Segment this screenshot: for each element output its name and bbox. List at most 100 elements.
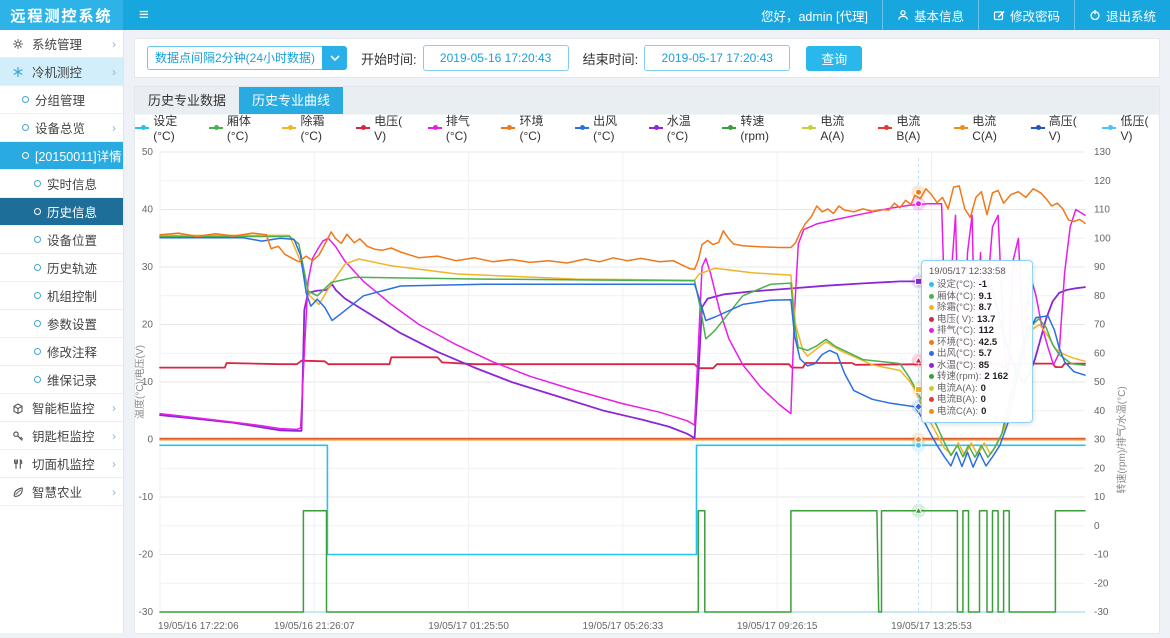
top-header: 远程测控系统 ≡ 您好，admin [代理] 基本信息 修改密码 退出系统 xyxy=(0,0,1170,30)
legend-item-10[interactable]: 电流B(A) xyxy=(878,112,939,143)
sidebar-item-10[interactable]: 参数设置 xyxy=(0,310,123,338)
sidebar-item-14[interactable]: 钥匙柜监控› xyxy=(0,422,123,450)
legend-item-5[interactable]: 环境(°C) xyxy=(501,112,560,143)
sidebar-item-3[interactable]: 设备总览› xyxy=(0,114,123,142)
bullet-icon xyxy=(34,320,41,327)
pointer-marker xyxy=(916,386,922,392)
sidebar-item-4[interactable]: [20150011]详情› xyxy=(0,142,123,170)
y-left-tick: 0 xyxy=(147,435,153,446)
x-tick-label: 19/05/17 05:26:33 xyxy=(583,621,664,632)
legend-label: 设定(°C) xyxy=(153,112,193,143)
bullet-icon xyxy=(34,264,41,271)
sidebar-item-6[interactable]: 历史信息 xyxy=(0,198,123,226)
x-tick-label: 19/05/16 21:26:07 xyxy=(274,621,355,632)
sidebar-item-label: 机组控制 xyxy=(47,286,97,305)
bullet-icon xyxy=(34,376,41,383)
y-right-tick: 40 xyxy=(1094,406,1106,417)
start-time-input[interactable] xyxy=(423,45,569,71)
bullet-icon xyxy=(22,96,29,103)
end-time-input[interactable] xyxy=(644,45,790,71)
legend-marker-icon xyxy=(878,127,892,129)
history-curve-chart[interactable]: 50403020100-10-20-3013012011010090807060… xyxy=(135,140,1161,635)
legend-item-12[interactable]: 高压( V) xyxy=(1031,112,1088,143)
sidebar: 系统管理›冷机测控› 分组管理设备总览›[20150011]详情›实时信息历史信息… xyxy=(0,30,124,633)
change-password-button[interactable]: 修改密码 xyxy=(978,0,1074,30)
legend-marker-icon xyxy=(1102,127,1116,129)
legend-marker-icon xyxy=(575,127,589,129)
chevron-right-icon: › xyxy=(112,457,116,471)
chart-card: 设定(°C) 厢体(°C) 除霜(°C) 电压( V) 排气(°C) 环境(°C) 出风(°… xyxy=(134,114,1160,634)
sidebar-item-5[interactable]: 实时信息 xyxy=(0,170,123,198)
legend-item-8[interactable]: 转速(rpm) xyxy=(722,112,787,143)
y-right-tick: 0 xyxy=(1094,521,1100,532)
legend-item-3[interactable]: 电压( V) xyxy=(356,112,413,143)
query-button[interactable]: 查询 xyxy=(806,46,862,71)
leaf-icon xyxy=(11,486,25,498)
legend-item-13[interactable]: 低压( V) xyxy=(1102,112,1159,143)
legend-item-9[interactable]: 电流A(A) xyxy=(802,112,863,143)
legend-marker-icon xyxy=(356,127,370,129)
y-left-axis-name: 温度(°C)/电压(V) xyxy=(135,345,146,419)
legend-label: 电流A(A) xyxy=(820,112,863,143)
pointer-marker xyxy=(916,278,922,284)
sidebar-item-label: 设备位置 xyxy=(47,230,97,249)
sidebar-item-label: 历史轨迹 xyxy=(47,258,97,277)
y-right-tick: 60 xyxy=(1094,348,1106,359)
y-left-tick: 20 xyxy=(142,320,154,331)
legend-label: 出风(°C) xyxy=(593,112,633,143)
interval-select[interactable]: 数据点间隔2分钟(24小时数据) xyxy=(147,46,347,70)
hamburger-menu-icon[interactable]: ≡ xyxy=(123,5,165,25)
y-right-tick: 100 xyxy=(1094,233,1111,244)
chevron-down-icon[interactable] xyxy=(322,46,347,70)
sidebar-item-13[interactable]: 智能柜监控› xyxy=(0,394,123,422)
sidebar-item-16[interactable]: 智慧农业› xyxy=(0,478,123,506)
chevron-right-icon: › xyxy=(112,401,116,415)
chart-legend: 设定(°C) 厢体(°C) 除霜(°C) 电压( V) 排气(°C) 环境(°C) 出风(°… xyxy=(135,115,1159,140)
x-tick-label: 19/05/17 09:26:15 xyxy=(737,621,818,632)
legend-marker-icon xyxy=(722,127,736,129)
legend-item-1[interactable]: 厢体(°C) xyxy=(209,112,268,143)
tab-history-curve[interactable]: 历史专业曲线 xyxy=(239,87,343,114)
y-left-tick: 30 xyxy=(142,262,154,273)
y-right-tick: 20 xyxy=(1094,463,1106,474)
sidebar-item-15[interactable]: 切面机监控› xyxy=(0,450,123,478)
logout-button[interactable]: 退出系统 xyxy=(1074,0,1170,30)
cabinet-icon xyxy=(11,402,25,414)
gear-icon xyxy=(11,38,25,50)
bullet-icon xyxy=(34,236,41,243)
sidebar-item-7[interactable]: 设备位置 xyxy=(0,226,123,254)
sidebar-item-1[interactable]: 冷机测控› xyxy=(0,58,123,86)
bullet-icon xyxy=(34,292,41,299)
user-icon xyxy=(897,9,909,21)
sidebar-item-label: 钥匙柜监控 xyxy=(32,426,95,445)
tab-history-data[interactable]: 历史专业数据 xyxy=(135,87,239,114)
snowflake-icon xyxy=(11,66,25,78)
y-left-tick: -30 xyxy=(139,607,154,618)
legend-label: 电流C(A) xyxy=(972,112,1015,143)
legend-item-4[interactable]: 排气(°C) xyxy=(428,112,487,143)
sidebar-item-label: 参数设置 xyxy=(47,314,97,333)
legend-marker-icon xyxy=(1031,127,1045,129)
legend-item-0[interactable]: 设定(°C) xyxy=(135,112,194,143)
sidebar-item-9[interactable]: 机组控制 xyxy=(0,282,123,310)
legend-item-2[interactable]: 除霜(°C) xyxy=(282,112,341,143)
machine-icon xyxy=(11,458,25,470)
key-icon xyxy=(11,430,25,442)
legend-marker-icon xyxy=(428,127,442,129)
legend-marker-icon xyxy=(501,127,515,129)
legend-item-6[interactable]: 出风(°C) xyxy=(575,112,634,143)
y-right-tick: 50 xyxy=(1094,377,1106,388)
basic-info-button[interactable]: 基本信息 xyxy=(882,0,978,30)
sidebar-item-8[interactable]: 历史轨迹 xyxy=(0,254,123,282)
sidebar-item-11[interactable]: 修改注释 xyxy=(0,338,123,366)
sidebar-item-0[interactable]: 系统管理› xyxy=(0,30,123,58)
sidebar-item-2[interactable]: 分组管理 xyxy=(0,86,123,114)
legend-marker-icon xyxy=(135,127,149,129)
legend-marker-icon xyxy=(954,127,968,129)
y-right-tick: 70 xyxy=(1094,320,1106,331)
sidebar-item-12[interactable]: 维保记录 xyxy=(0,366,123,394)
legend-label: 厢体(°C) xyxy=(227,112,267,143)
legend-item-11[interactable]: 电流C(A) xyxy=(954,112,1016,143)
sidebar-item-label: 分组管理 xyxy=(35,90,85,109)
legend-item-7[interactable]: 水温(°C) xyxy=(649,112,708,143)
